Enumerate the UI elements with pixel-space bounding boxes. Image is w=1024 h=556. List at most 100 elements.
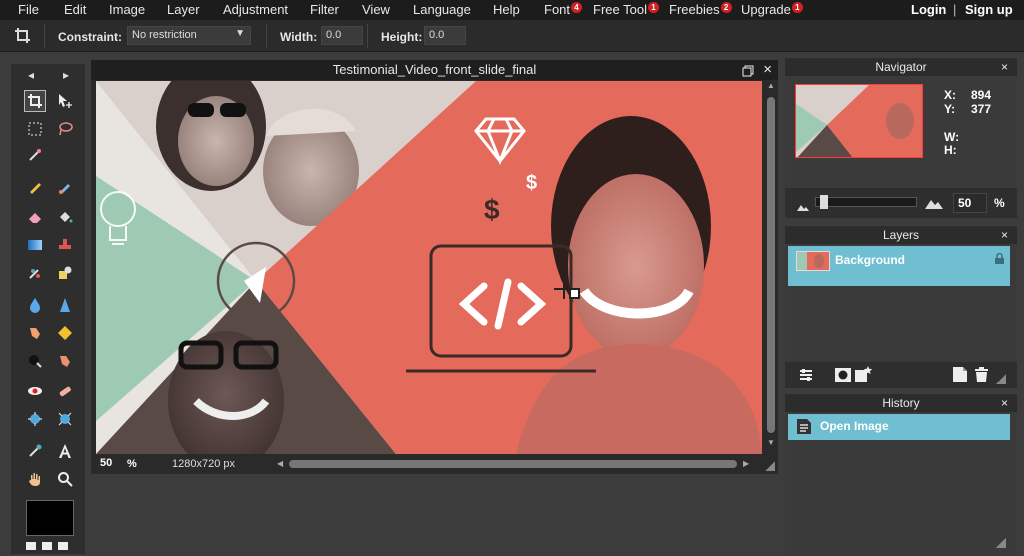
- gradient-tool-icon[interactable]: [24, 234, 46, 256]
- swap-colors-icon[interactable]: [26, 542, 36, 550]
- bloat-tool-icon[interactable]: [24, 408, 46, 430]
- magic-wand-icon[interactable]: [24, 144, 46, 166]
- tools-panel: ◂ ▸: [11, 64, 85, 554]
- menu-filter[interactable]: Filter: [310, 2, 339, 17]
- menu-free-tool[interactable]: Free Tool 1: [593, 2, 659, 17]
- y-value: 377: [971, 102, 992, 116]
- menu-help[interactable]: Help: [493, 2, 520, 17]
- history-title: History: [882, 396, 920, 410]
- free-tool-badge: 1: [647, 2, 659, 13]
- tools-next-arrow[interactable]: ▸: [63, 68, 69, 82]
- scroll-right-icon[interactable]: ▶: [743, 459, 749, 468]
- trash-icon[interactable]: [975, 367, 988, 387]
- secondary-color-icon[interactable]: [58, 542, 68, 550]
- history-close-icon[interactable]: ×: [1001, 394, 1008, 412]
- image-canvas[interactable]: $ $: [96, 81, 762, 454]
- color-replace-icon[interactable]: [24, 262, 46, 284]
- eraser-tool-icon[interactable]: [24, 206, 46, 228]
- width-input[interactable]: 0.0: [321, 26, 363, 45]
- default-colors-icon[interactable]: [42, 542, 52, 550]
- vertical-scrollbar[interactable]: ▲ ▼: [764, 81, 778, 454]
- height-input[interactable]: 0.0: [424, 26, 466, 45]
- login-link[interactable]: Login: [911, 2, 946, 17]
- hand-tool-icon[interactable]: [24, 468, 46, 490]
- move-tool-icon[interactable]: [54, 90, 76, 112]
- history-row[interactable]: Open Image: [788, 414, 1010, 440]
- menu-file[interactable]: File: [18, 2, 39, 17]
- zoom-tool-icon[interactable]: [54, 468, 76, 490]
- open-document-icon: [797, 419, 813, 437]
- horizontal-scroll-thumb[interactable]: [289, 460, 737, 468]
- zoom-in-mountain-icon[interactable]: [925, 196, 943, 214]
- signup-link[interactable]: Sign up: [965, 2, 1013, 17]
- resize-grip-icon[interactable]: [765, 461, 775, 471]
- eyedropper-icon[interactable]: [24, 440, 46, 462]
- marquee-tool-icon[interactable]: [24, 118, 46, 140]
- layer-properties-icon[interactable]: [799, 368, 813, 387]
- options-bar: Constraint: No restriction ▼ Width: 0.0 …: [0, 20, 1024, 52]
- menu-layer[interactable]: Layer: [167, 2, 200, 17]
- dodge-tool-icon[interactable]: [54, 350, 76, 372]
- primary-color-swatch[interactable]: [26, 500, 74, 536]
- burn-tool-icon[interactable]: [24, 350, 46, 372]
- scroll-left-icon[interactable]: ◀: [277, 459, 283, 468]
- menu-edit[interactable]: Edit: [64, 2, 86, 17]
- layers-close-icon[interactable]: ×: [1001, 226, 1008, 244]
- document-window: Testimonial_Video_front_slide_final × $ …: [91, 60, 778, 474]
- layer-mask-icon[interactable]: [835, 368, 851, 387]
- sharpen-tool-icon[interactable]: [54, 294, 76, 316]
- menu-adjustment[interactable]: Adjustment: [223, 2, 288, 17]
- dollar-icon-large: $: [484, 194, 500, 225]
- zoom-percent-input[interactable]: 50: [953, 193, 987, 213]
- brush-tool-icon[interactable]: [54, 176, 76, 198]
- tools-prev-arrow[interactable]: ◂: [28, 68, 34, 82]
- menu-separator: |: [953, 2, 957, 17]
- history-item-label: Open Image: [820, 419, 889, 433]
- scroll-down-icon[interactable]: ▼: [767, 438, 775, 447]
- menu-freebies[interactable]: Freebies 2: [669, 2, 732, 17]
- text-tool-icon[interactable]: [54, 440, 76, 462]
- options-divider: [367, 24, 368, 48]
- navigator-title: Navigator: [875, 60, 927, 74]
- smudge-tool-icon[interactable]: [24, 322, 46, 344]
- history-resize-grip-icon[interactable]: [996, 538, 1006, 548]
- menu-font[interactable]: Font 4: [544, 2, 583, 17]
- new-layer-icon[interactable]: [953, 367, 967, 387]
- options-divider: [44, 24, 45, 48]
- document-title-bar[interactable]: Testimonial_Video_front_slide_final ×: [91, 60, 778, 80]
- zoom-input[interactable]: 50: [100, 457, 112, 469]
- clone-stamp-icon[interactable]: [54, 234, 76, 256]
- navigator-close-icon[interactable]: ×: [1001, 58, 1008, 76]
- drawing-tool-icon[interactable]: [54, 262, 76, 284]
- menu-view[interactable]: View: [362, 2, 390, 17]
- sponge-tool-icon[interactable]: [54, 322, 76, 344]
- zoom-slider-track[interactable]: [815, 197, 917, 207]
- w-label: W:: [944, 130, 960, 144]
- layer-styles-icon[interactable]: [855, 366, 873, 387]
- blur-tool-icon[interactable]: [24, 294, 46, 316]
- menu-language[interactable]: Language: [413, 2, 471, 17]
- scroll-up-icon[interactable]: ▲: [767, 81, 775, 90]
- paint-bucket-icon[interactable]: [54, 206, 76, 228]
- pencil-tool-icon[interactable]: [24, 176, 46, 198]
- menu-upgrade[interactable]: Upgrade 1: [741, 2, 803, 17]
- layers-resize-grip-icon[interactable]: [996, 374, 1006, 384]
- layer-name: Background: [835, 253, 906, 267]
- vertical-scroll-thumb[interactable]: [767, 97, 775, 433]
- navigator-view-box[interactable]: [795, 84, 923, 158]
- zoom-out-mountain-icon[interactable]: [797, 198, 809, 216]
- red-eye-icon[interactable]: [24, 380, 46, 402]
- zoom-slider-thumb[interactable]: [819, 195, 828, 209]
- x-value: 894: [971, 88, 992, 102]
- x-label: X:: [944, 88, 956, 102]
- close-icon[interactable]: ×: [763, 60, 772, 80]
- spot-heal-icon[interactable]: [54, 380, 76, 402]
- lasso-tool-icon[interactable]: [54, 118, 76, 140]
- menu-image[interactable]: Image: [109, 2, 145, 17]
- crop-tool-icon[interactable]: [24, 90, 46, 112]
- restore-icon[interactable]: [742, 60, 754, 80]
- pinch-tool-icon[interactable]: [54, 408, 76, 430]
- constraint-select[interactable]: No restriction ▼: [127, 26, 251, 45]
- layer-row[interactable]: Background: [788, 246, 1010, 286]
- lock-icon[interactable]: [995, 252, 1004, 267]
